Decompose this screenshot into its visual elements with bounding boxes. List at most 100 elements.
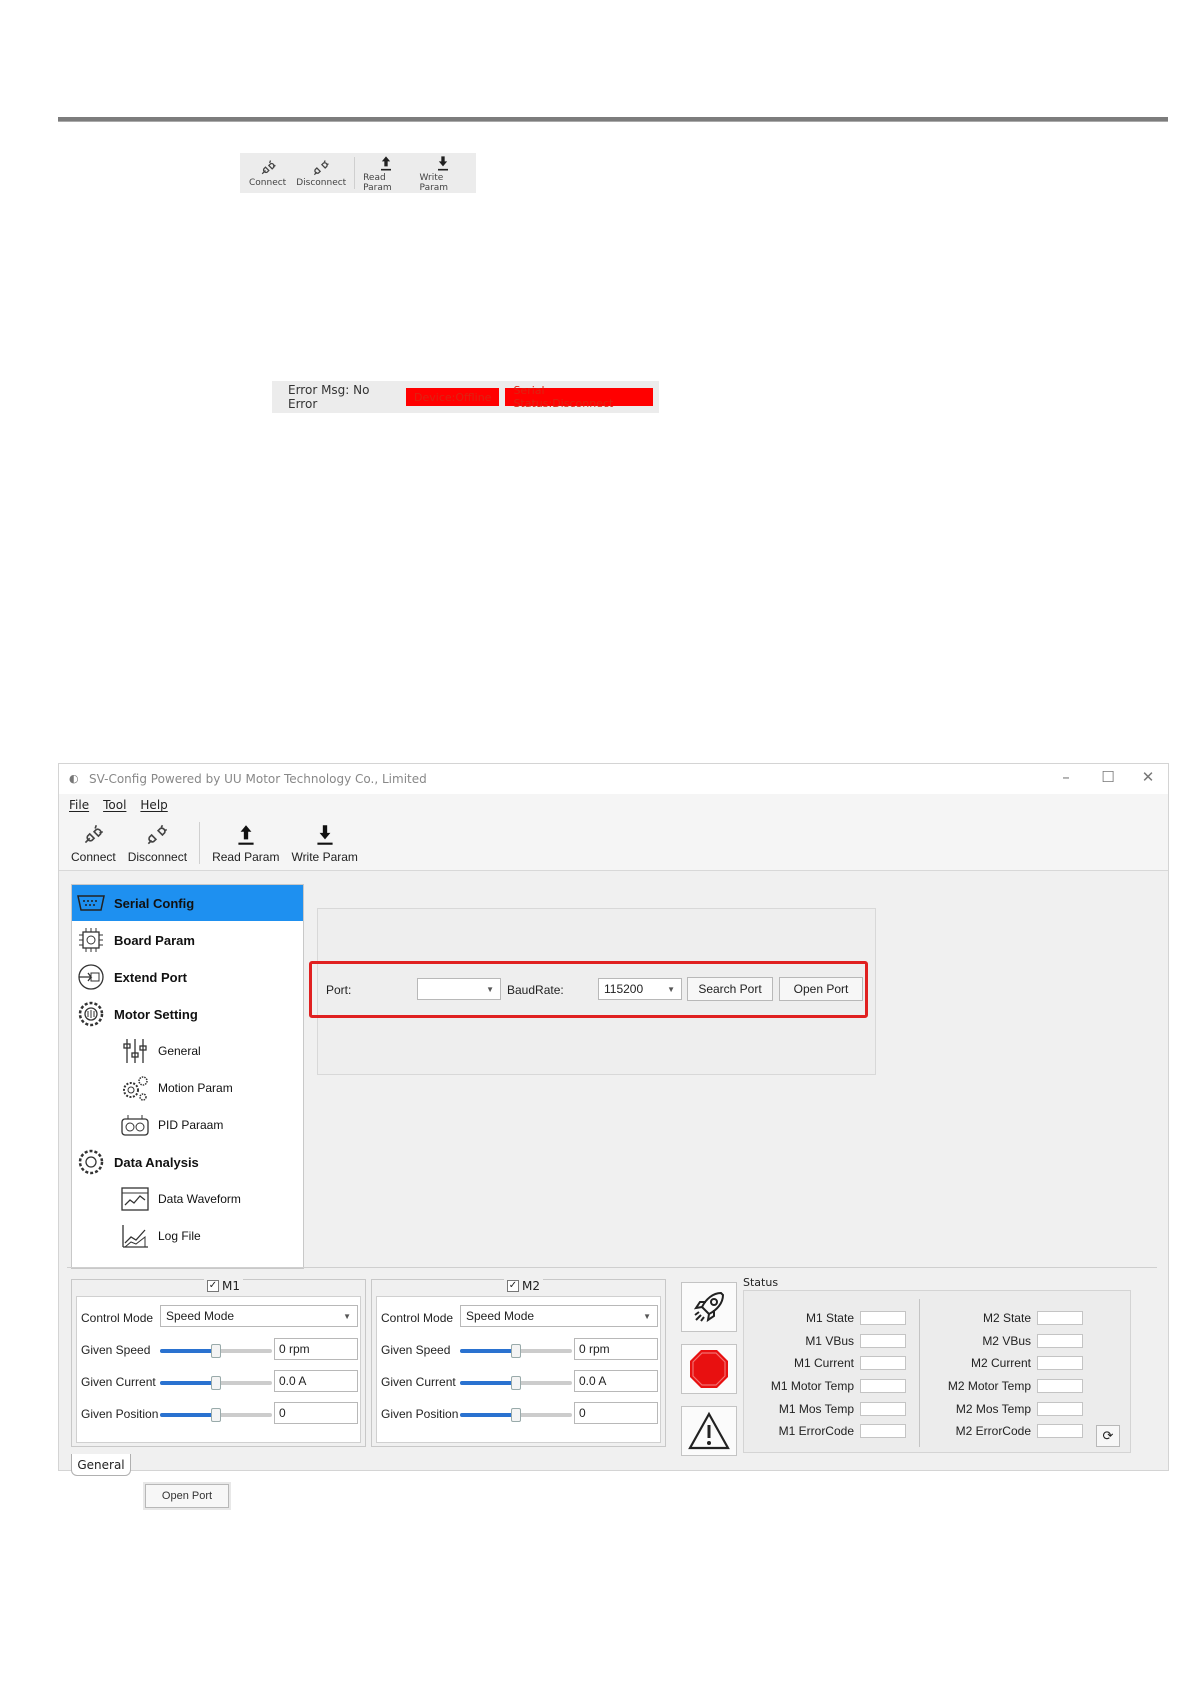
write-param-button-mini[interactable]: Write Param [415,153,472,193]
m1-toggle[interactable]: ✓ M1 [204,1279,243,1293]
nav-item-general[interactable]: General [72,1033,303,1069]
m1-controls: Control Mode Speed Mode ▼ Given Speed 0 … [76,1296,361,1443]
m1-current-value [860,1356,906,1370]
slider-handle[interactable] [511,1408,521,1422]
m2-motor-temp-value [1037,1379,1083,1393]
m1-position-slider[interactable] [160,1408,272,1422]
slider-handle[interactable] [511,1344,521,1358]
m1-speed-field[interactable]: 0 rpm [274,1338,358,1360]
m1-control-mode-select[interactable]: Speed Mode ▼ [160,1305,358,1327]
m2-current-status-label: M2 Current [970,1356,1031,1370]
m2-toggle[interactable]: ✓ M2 [504,1279,543,1293]
m1-state-label: M1 State [805,1311,854,1325]
m2-position-field[interactable]: 0 [574,1402,658,1424]
nav-item-motion-param[interactable]: Motion Param [72,1070,303,1106]
status-title: Status [743,1276,779,1289]
nav-item-extend-port[interactable]: Extend Port [72,959,303,995]
connect-button[interactable]: Connect [65,816,122,870]
m1-errorcode-label: M1 ErrorCode [778,1424,854,1438]
slider-handle[interactable] [511,1376,521,1390]
chip-icon [74,923,108,957]
toolbar-separator [354,157,356,189]
window-title: SV-Config Powered by UU Motor Technology… [89,772,427,786]
m2-control-mode-label: Control Mode [381,1311,454,1325]
m1-vbus-value [860,1334,906,1348]
write-param-button[interactable]: Write Param [285,816,363,870]
m2-control-mode-select[interactable]: Speed Mode ▼ [460,1305,658,1327]
stop-button[interactable] [681,1344,737,1394]
m2-current-slider[interactable] [460,1376,572,1390]
tab-general[interactable]: General [71,1454,131,1476]
m2-speed-slider[interactable] [460,1344,572,1358]
m1-current-slider[interactable] [160,1376,272,1390]
read-param-button-mini[interactable]: Read Param [358,153,414,193]
run-button[interactable] [681,1282,737,1332]
menu-file[interactable]: File [69,798,89,812]
slider-handle[interactable] [211,1376,221,1390]
plug-connect-icon [261,160,276,175]
toolbar-excerpt: Connect Disconnect Read Param Write Para… [240,153,476,193]
nav-item-serial-config[interactable]: Serial Config [72,885,303,921]
slider-handle[interactable] [211,1344,221,1358]
connect-button-mini[interactable]: Connect [244,153,291,193]
serial-status-badge: Serial Status:Disconnect [505,384,653,410]
m1-speed-slider[interactable] [160,1344,272,1358]
m1-control-mode-label: Control Mode [81,1311,154,1325]
m1-current-field[interactable]: 0.0 A [274,1370,358,1392]
m1-group: ✓ M1 Control Mode Speed Mode ▼ Given Spe… [71,1279,366,1447]
nav-item-pid-param[interactable]: PID Paraam [72,1107,303,1143]
gears-icon [118,1071,152,1105]
nav-item-motor-setting[interactable]: Motor Setting [72,996,303,1032]
m2-speed-field[interactable]: 0 rpm [574,1338,658,1360]
disconnect-button-mini[interactable]: Disconnect [291,153,351,193]
nav-item-log-file[interactable]: Log File [72,1218,303,1254]
chevron-down-icon: ▼ [486,984,494,994]
nav-label: Extend Port [114,969,187,985]
m1-position-field[interactable]: 0 [274,1402,358,1424]
warning-button[interactable] [681,1406,737,1456]
read-param-button[interactable]: Read Param [206,816,285,870]
app-logo-icon: ◐ [69,772,79,785]
m1-state-value [860,1311,906,1325]
title-bar: ◐ SV-Config Powered by UU Motor Technolo… [59,764,1168,794]
status-bar-excerpt: Error Msg: No Error Device:Offline Seria… [272,381,659,413]
m2-current-field[interactable]: 0.0 A [574,1370,658,1392]
disconnect-button[interactable]: Disconnect [122,816,193,870]
arrow-up-icon [381,156,392,171]
close-button[interactable]: ✕ [1138,768,1158,786]
m1-title: M1 [222,1279,240,1293]
disconnect-label: Disconnect [127,850,188,864]
nav-label: PID Paraam [158,1118,224,1132]
nav-item-board-param[interactable]: Board Param [72,922,303,958]
plug-disconnect-icon [148,824,168,845]
baudrate-select[interactable]: 115200 ▼ [598,978,682,1000]
m1-current-label: Given Current [81,1375,156,1389]
nav-item-data-analysis[interactable]: Data Analysis [72,1144,303,1180]
extend-port-icon [74,960,108,994]
minimize-button[interactable]: – [1056,768,1076,786]
menu-help[interactable]: Help [140,798,167,812]
menu-tool[interactable]: Tool [103,798,126,812]
slider-handle[interactable] [211,1408,221,1422]
m1-speed-label: Given Speed [81,1343,151,1357]
nav-label: Board Param [114,932,195,948]
stop-sign-icon [690,1350,728,1388]
pid-icon [118,1108,152,1142]
m2-mos-temp-label: M2 Mos Temp [955,1402,1031,1416]
nav-label: Data Analysis [114,1154,199,1170]
open-port-button[interactable]: Open Port [779,977,863,1001]
m2-mos-temp-value [1037,1402,1083,1416]
arrow-up-icon [238,825,254,845]
port-select[interactable]: ▼ [417,978,501,1000]
m2-position-slider[interactable] [460,1408,572,1422]
search-port-button[interactable]: Search Port [687,977,773,1001]
arrow-down-icon [438,156,449,171]
refresh-button[interactable]: ⟳ [1096,1425,1120,1447]
maximize-button[interactable]: ☐ [1098,768,1118,786]
nav-label: General [158,1044,201,1058]
m1-current-status-label: M1 Current [793,1356,854,1370]
open-port-button-large[interactable]: Open Port [145,1484,229,1508]
m2-position-label: Given Position [381,1407,459,1421]
m2-vbus-value [1037,1334,1083,1348]
nav-item-data-waveform[interactable]: Data Waveform [72,1181,303,1217]
